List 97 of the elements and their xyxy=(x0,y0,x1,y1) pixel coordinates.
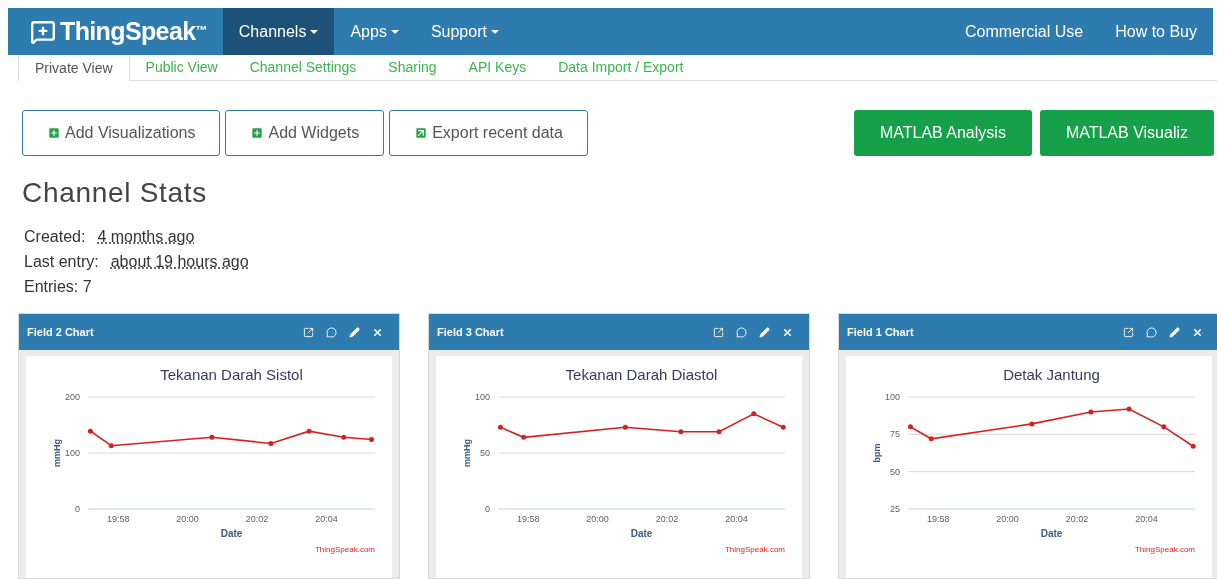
comment-icon[interactable] xyxy=(326,326,337,338)
y-axis-label: mmHg xyxy=(462,439,472,467)
data-point xyxy=(341,434,347,440)
matlab-button[interactable]: MATLAB Analysis xyxy=(853,110,1032,156)
chart-title: Tekanan Darah Diastol xyxy=(565,366,718,383)
y-tick-label: 100 xyxy=(64,448,80,458)
x-axis-label: Date xyxy=(1040,528,1063,539)
data-point xyxy=(209,434,215,440)
nav-link[interactable]: How to Buy xyxy=(1099,8,1213,55)
data-point xyxy=(1126,406,1132,412)
speech-bubble-icon xyxy=(30,18,56,45)
data-point xyxy=(1029,421,1035,427)
nav-link[interactable]: Commercial Use xyxy=(948,8,1100,55)
x-tick-label: 20:04 xyxy=(1135,514,1158,524)
section-heading: Channel Stats xyxy=(22,176,208,210)
x-tick-label: 19:58 xyxy=(106,514,130,524)
data-point xyxy=(928,436,934,442)
tab[interactable]: Data Import / Export xyxy=(542,54,700,80)
data-point xyxy=(1190,443,1196,449)
entries-count: Entries: 7 xyxy=(23,276,93,297)
x-tick-label: 20:02 xyxy=(655,514,679,524)
data-point xyxy=(87,428,93,434)
stat-value: 4 months ago xyxy=(97,226,195,247)
data-point xyxy=(369,437,375,443)
y-tick-label: 200 xyxy=(64,392,80,402)
comment-icon[interactable] xyxy=(736,326,747,338)
credit-text: ThingSpeak.com xyxy=(1134,545,1195,554)
y-tick-label: 50 xyxy=(890,466,900,477)
data-point xyxy=(780,424,786,430)
x-tick-label: 19:58 xyxy=(926,514,950,524)
y-tick-label: 50 xyxy=(480,448,490,458)
data-point xyxy=(521,434,527,440)
action-button[interactable]: Export recent data xyxy=(389,110,588,156)
x-axis-label: Date xyxy=(220,528,243,539)
y-tick-label: 100 xyxy=(884,392,900,402)
brand-logo[interactable]: ThingSpeak$^{™}$ xyxy=(60,12,207,51)
export-icon xyxy=(414,126,429,140)
credit-text: ThingSpeak.com xyxy=(314,545,375,554)
tab[interactable]: Public View xyxy=(129,54,234,80)
data-point xyxy=(1161,424,1167,430)
x-tick-label: 20:00 xyxy=(996,514,1019,524)
open-external-icon[interactable] xyxy=(713,326,724,338)
edit-icon[interactable] xyxy=(349,326,360,338)
close-icon[interactable] xyxy=(372,326,383,338)
open-external-icon[interactable] xyxy=(1123,326,1134,338)
x-tick-label: 20:04 xyxy=(725,514,748,524)
widget-title: Field 2 Chart xyxy=(27,324,94,340)
data-point xyxy=(268,441,274,446)
matlab-button[interactable]: MATLAB Visualiz xyxy=(1039,110,1214,156)
plus-icon xyxy=(47,126,61,140)
x-tick-label: 20:00 xyxy=(176,514,199,524)
x-tick-label: 20:00 xyxy=(586,514,609,524)
x-axis-label: Date xyxy=(630,528,653,539)
y-tick-label: 0 xyxy=(485,504,490,514)
y-axis-label: bpm xyxy=(872,443,882,463)
close-icon[interactable] xyxy=(782,326,793,338)
tab[interactable]: API Keys xyxy=(452,54,543,80)
data-point xyxy=(622,424,628,430)
data-point xyxy=(306,428,312,434)
widget-title: Field 3 Chart xyxy=(437,324,504,340)
y-tick-label: 25 xyxy=(890,504,900,514)
data-point xyxy=(716,429,722,435)
y-tick-label: 75 xyxy=(890,429,900,440)
edit-icon[interactable] xyxy=(759,326,770,338)
x-tick-label: 20:02 xyxy=(1065,514,1089,524)
x-tick-label: 20:02 xyxy=(245,514,269,524)
x-tick-label: 20:04 xyxy=(315,514,338,524)
y-axis-label: mmHg xyxy=(52,439,62,467)
open-external-icon[interactable] xyxy=(303,326,314,338)
data-point xyxy=(1088,409,1094,415)
nav-menu[interactable]: Support xyxy=(414,8,515,55)
stat-label: Last entry: xyxy=(24,251,99,272)
data-point xyxy=(678,429,684,435)
nav-menu[interactable]: Channels xyxy=(222,8,335,55)
chart-title: Tekanan Darah Sistol xyxy=(160,366,303,383)
widget-title: Field 1 Chart xyxy=(847,324,914,340)
data-point xyxy=(497,424,503,430)
stat-label: Created: xyxy=(24,226,86,247)
close-icon[interactable] xyxy=(1192,326,1203,338)
tab[interactable]: Channel Settings xyxy=(233,54,373,80)
action-button[interactable]: Add Widgets xyxy=(225,110,385,156)
chart-title: Detak Jantung xyxy=(1003,366,1100,383)
y-tick-label: 100 xyxy=(474,392,490,402)
data-point xyxy=(907,424,913,430)
tab[interactable]: Private View xyxy=(18,55,130,81)
stat-value: about 19 hours ago xyxy=(110,251,249,272)
tab[interactable]: Sharing xyxy=(372,54,453,80)
data-point xyxy=(108,443,114,449)
y-tick-label: 0 xyxy=(75,504,80,514)
plus-icon xyxy=(250,126,265,140)
credit-text: ThingSpeak.com xyxy=(724,545,785,554)
edit-icon[interactable] xyxy=(1169,326,1180,338)
x-tick-label: 19:58 xyxy=(516,514,540,524)
comment-icon[interactable] xyxy=(1146,326,1157,338)
nav-menu[interactable]: Apps xyxy=(334,8,415,55)
action-button[interactable]: Add Visualizations xyxy=(22,110,221,156)
data-point xyxy=(751,411,757,417)
